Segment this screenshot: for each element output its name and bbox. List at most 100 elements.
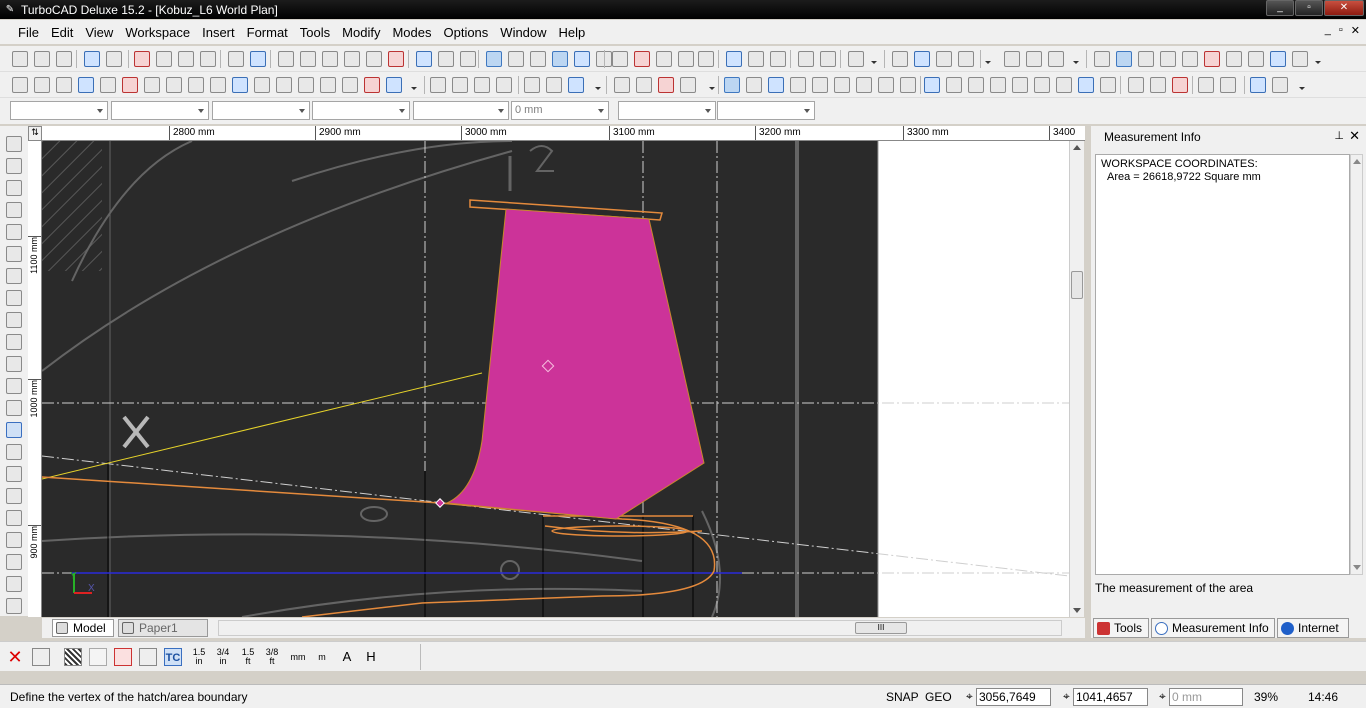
toolbar-tool-icon[interactable] bbox=[770, 51, 786, 67]
ruler-corner-button[interactable]: ⇅ bbox=[28, 126, 42, 141]
toolbar-tool-icon[interactable] bbox=[1094, 51, 1110, 67]
toolbar-tool-icon[interactable] bbox=[460, 51, 476, 67]
toolbar-tool-icon[interactable] bbox=[438, 51, 454, 67]
panel-close-icon[interactable]: ✕ bbox=[1349, 128, 1360, 144]
y-coordinate-field[interactable]: 1041,4657 mm bbox=[1073, 688, 1148, 708]
toolbar-tool-icon[interactable] bbox=[990, 77, 1006, 93]
left-tool-icon[interactable] bbox=[6, 268, 22, 284]
toolbar-tool-icon[interactable] bbox=[658, 77, 674, 93]
menu-help[interactable]: Help bbox=[553, 25, 592, 40]
z-coordinate-field[interactable]: 0 mm bbox=[1169, 688, 1243, 706]
pin-icon[interactable]: ⊥ bbox=[1334, 129, 1344, 142]
toolbar-tool-icon[interactable] bbox=[496, 77, 512, 93]
close-button[interactable]: ✕ bbox=[1324, 0, 1364, 16]
tab-internet[interactable]: Internet bbox=[1277, 618, 1349, 638]
toolbar-tool-icon[interactable] bbox=[812, 77, 828, 93]
units-3-8-ft-icon[interactable]: 3/8 ft bbox=[263, 648, 281, 666]
toolbar-tool-icon[interactable] bbox=[900, 77, 916, 93]
toolbar-tool-icon[interactable] bbox=[144, 77, 160, 93]
triangle-icon[interactable] bbox=[89, 648, 107, 666]
toolbar-tool-icon[interactable] bbox=[1100, 77, 1116, 93]
toolbar-tool-icon[interactable] bbox=[34, 51, 50, 67]
left-tool-icon[interactable] bbox=[6, 554, 22, 570]
toolbar-tool-icon[interactable] bbox=[936, 51, 952, 67]
toolbar-tool-icon[interactable] bbox=[300, 51, 316, 67]
toolbar-tool-icon[interactable] bbox=[574, 51, 590, 67]
toolbar-tool-icon[interactable] bbox=[1056, 77, 1072, 93]
left-tool-icon[interactable] bbox=[6, 334, 22, 350]
left-tool-icon[interactable] bbox=[6, 224, 22, 240]
tc-icon[interactable]: TC bbox=[164, 648, 182, 666]
toolbar-tool-icon[interactable] bbox=[122, 77, 138, 93]
menu-view[interactable]: View bbox=[79, 25, 119, 40]
toolbar-tool-icon[interactable] bbox=[210, 77, 226, 93]
toolbar-tool-icon[interactable] bbox=[698, 51, 714, 67]
toolbar-tool-icon[interactable] bbox=[726, 51, 742, 67]
doc-close-button[interactable]: ✕ bbox=[1351, 24, 1360, 37]
toolbar-tool-icon[interactable] bbox=[56, 51, 72, 67]
toolbar-tool-icon[interactable] bbox=[612, 51, 628, 67]
toolbar-tool-icon[interactable] bbox=[100, 77, 116, 93]
toolbar-tool-icon[interactable] bbox=[200, 51, 216, 67]
scroll-down-icon[interactable] bbox=[1353, 565, 1361, 570]
toolbar-overflow-chevron-icon[interactable] bbox=[984, 49, 991, 69]
toolbar-tool-icon[interactable] bbox=[366, 51, 382, 67]
toolbar-tool-icon[interactable] bbox=[276, 77, 292, 93]
toolbar-tool-icon[interactable] bbox=[1128, 77, 1144, 93]
maximize-button[interactable]: ▫ bbox=[1295, 0, 1323, 16]
doc-minimize-button[interactable]: _ bbox=[1325, 24, 1331, 37]
toolbar-tool-icon[interactable] bbox=[946, 77, 962, 93]
toolbar-tool-icon[interactable] bbox=[1248, 51, 1264, 67]
left-tool-icon[interactable] bbox=[6, 576, 22, 592]
pen-color-combo[interactable] bbox=[111, 101, 209, 120]
toolbar-tool-icon[interactable] bbox=[1160, 51, 1176, 67]
left-tool-icon[interactable] bbox=[6, 488, 22, 504]
toolbar-tool-icon[interactable] bbox=[892, 51, 908, 67]
toolbar-tool-icon[interactable] bbox=[746, 77, 762, 93]
toolbar-tool-icon[interactable] bbox=[1226, 51, 1242, 67]
menu-format[interactable]: Format bbox=[241, 25, 294, 40]
layer-combo[interactable] bbox=[10, 101, 108, 120]
menu-tools[interactable]: Tools bbox=[294, 25, 336, 40]
text-h-icon[interactable]: H bbox=[362, 648, 380, 666]
toolbar-tool-icon[interactable] bbox=[1182, 51, 1198, 67]
panel-scrollbar[interactable] bbox=[1350, 154, 1363, 575]
toolbar-tool-icon[interactable] bbox=[748, 51, 764, 67]
material-combo[interactable] bbox=[717, 101, 815, 120]
toolbar-tool-icon[interactable] bbox=[106, 51, 122, 67]
doc-restore-button[interactable]: ▫ bbox=[1339, 24, 1343, 37]
area-red-icon[interactable] bbox=[114, 648, 132, 666]
app-icon[interactable]: ✎ bbox=[3, 3, 17, 17]
menu-workspace[interactable]: Workspace bbox=[119, 25, 196, 40]
toolbar-tool-icon[interactable] bbox=[798, 51, 814, 67]
toolbar-tool-icon[interactable] bbox=[636, 77, 652, 93]
scroll-up-icon[interactable] bbox=[1353, 159, 1361, 164]
toolbar-tool-icon[interactable] bbox=[656, 51, 672, 67]
snap-toggle[interactable]: SNAP bbox=[886, 690, 919, 704]
toolbar-tool-icon[interactable] bbox=[968, 77, 984, 93]
left-tool-icon[interactable] bbox=[6, 356, 22, 372]
menu-window[interactable]: Window bbox=[494, 25, 552, 40]
toolbar-tool-icon[interactable] bbox=[430, 77, 446, 93]
tab-model[interactable]: Model bbox=[52, 619, 114, 637]
toolbar-tool-icon[interactable] bbox=[1026, 51, 1042, 67]
left-tool-icon[interactable] bbox=[6, 136, 22, 152]
minimize-button[interactable]: _ bbox=[1266, 0, 1294, 16]
horizontal-scroll-thumb[interactable]: III bbox=[855, 622, 907, 634]
toolbar-tool-icon[interactable] bbox=[166, 77, 182, 93]
scroll-up-icon[interactable] bbox=[1073, 145, 1081, 150]
menu-insert[interactable]: Insert bbox=[196, 25, 241, 40]
table-icon[interactable] bbox=[32, 648, 50, 666]
toolbar-tool-icon[interactable] bbox=[552, 51, 568, 67]
toolbar-tool-icon[interactable] bbox=[1292, 51, 1308, 67]
units-1-5-in-icon[interactable]: 1.5 in bbox=[190, 648, 208, 666]
toolbar-tool-icon[interactable] bbox=[1250, 77, 1266, 93]
tab-paper1[interactable]: Paper1 bbox=[118, 619, 208, 637]
toolbar-tool-icon[interactable] bbox=[724, 77, 740, 93]
toolbar-tool-icon[interactable] bbox=[568, 77, 584, 93]
left-tool-icon[interactable] bbox=[6, 400, 22, 416]
toolbar-tool-icon[interactable] bbox=[848, 51, 864, 67]
toolbar-tool-icon[interactable] bbox=[254, 77, 270, 93]
toolbar-tool-icon[interactable] bbox=[924, 77, 940, 93]
drawing-canvas[interactable]: Y X bbox=[42, 141, 1069, 617]
